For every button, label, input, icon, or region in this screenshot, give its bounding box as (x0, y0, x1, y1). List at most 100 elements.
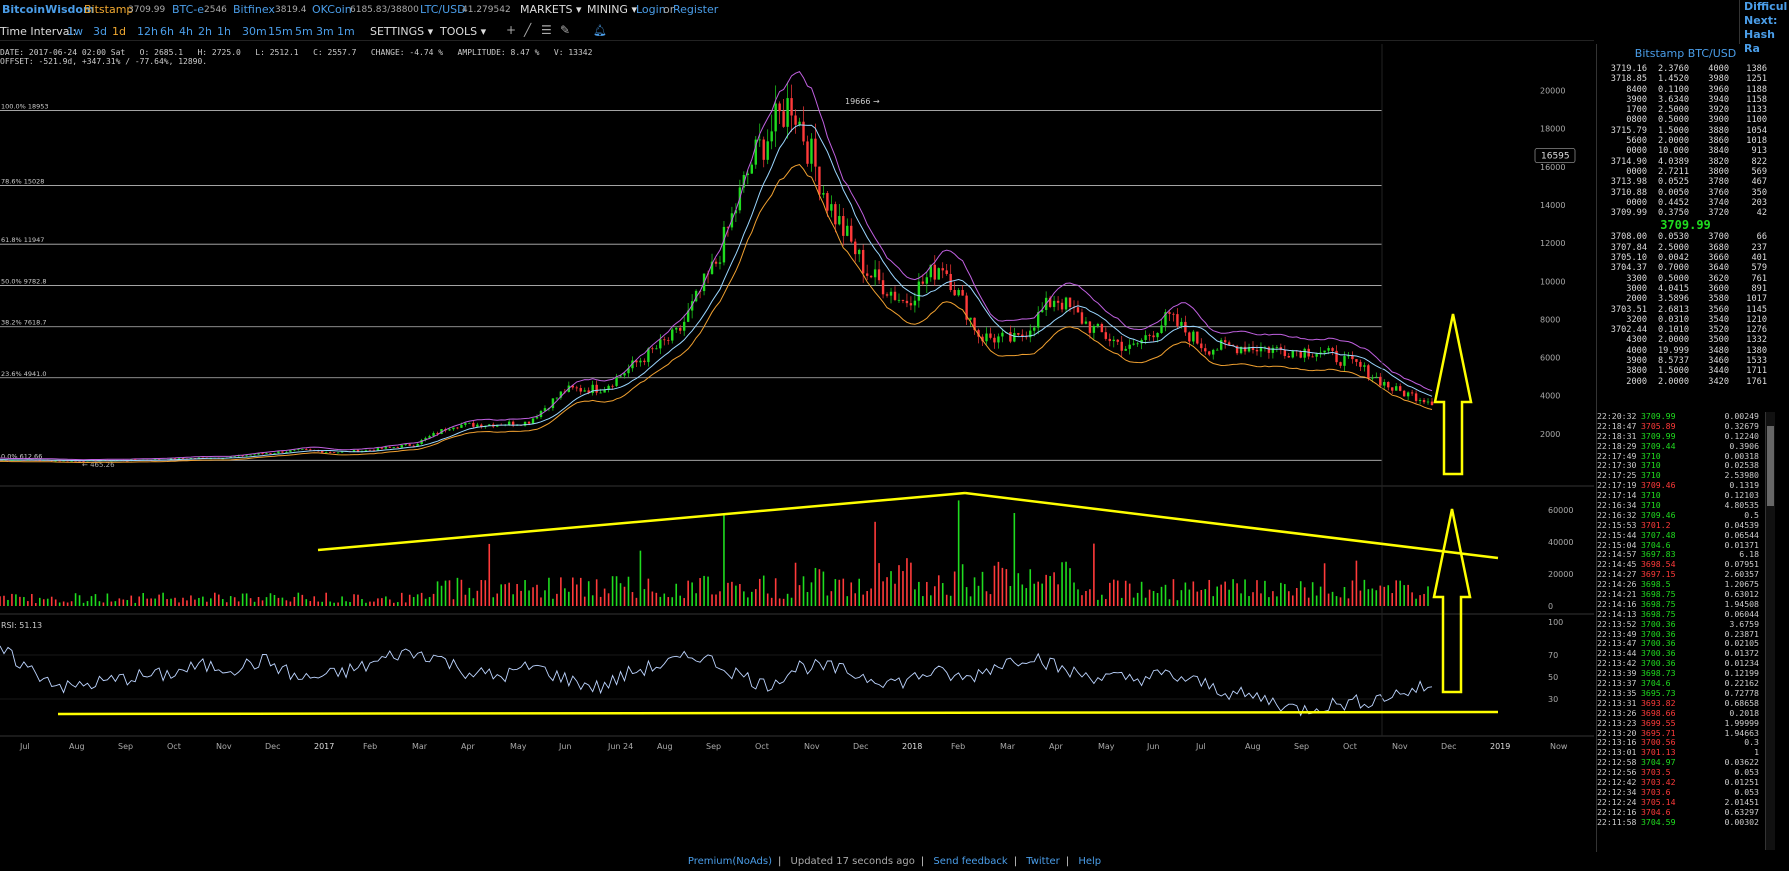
trades-scrollbar[interactable] (1765, 412, 1775, 850)
tools-menu[interactable]: TOOLS ▾ (440, 25, 486, 38)
candle-body (858, 249, 861, 255)
ask-row[interactable]: 3718.85 1.4520 3980 1251 (1597, 74, 1774, 84)
interval-1w[interactable]: 1w (67, 25, 83, 38)
site-logo[interactable]: BitcoinWisdom (2, 3, 94, 16)
bid-cell: 2.0000 (1657, 376, 1689, 387)
bid-row[interactable]: 3000 4.0415 3600 891 (1597, 284, 1774, 294)
interval-5m[interactable]: 5m (295, 25, 313, 38)
fib-icon[interactable]: ☰ (541, 23, 552, 37)
settings-label: SETTINGS (370, 25, 425, 38)
ask-cell: 0.4452 (1657, 197, 1689, 208)
ticker-bitfinex[interactable]: Bitfinex (233, 3, 275, 16)
candle-body (969, 317, 972, 320)
interval-12h[interactable]: 12h (137, 25, 158, 38)
line-icon[interactable]: ╱ (524, 23, 531, 37)
bid-row[interactable]: 3707.84 2.5000 3680 237 (1597, 243, 1774, 253)
candle-body (1323, 350, 1326, 353)
plus-icon[interactable]: + (506, 23, 516, 37)
bid-row[interactable]: 2000 2.0000 3420 1761 (1597, 377, 1774, 387)
ask-row[interactable]: 0000 10.000 3840 913 (1597, 146, 1774, 156)
orderbook-title[interactable]: Bitstamp BTC/USD (1597, 44, 1774, 64)
bid-row[interactable]: 3705.10 0.0042 3660 401 (1597, 253, 1774, 263)
x-axis-label: Aug (69, 742, 85, 751)
premium-link[interactable]: Premium(NoAds) (688, 856, 772, 867)
interval-1d[interactable]: 1d (112, 25, 126, 38)
interval-1m[interactable]: 1m (337, 25, 355, 38)
bid-cell: 3640 (1708, 263, 1729, 274)
bid-row[interactable]: 4300 2.0000 3500 1332 (1597, 335, 1774, 345)
candle-body (1104, 332, 1108, 339)
ask-cell: 1700 (1626, 105, 1647, 116)
ticker-bitstamp[interactable]: Bitstamp (84, 3, 133, 16)
bid-row[interactable]: 3708.00 0.0530 3700 66 (1597, 232, 1774, 242)
interval-15m[interactable]: 15m (268, 25, 293, 38)
bid-row[interactable]: 3800 1.5000 3440 1711 (1597, 366, 1774, 376)
difficulty-panel: Difficul Next: Hash Ra (1739, 0, 1789, 55)
candle-body (1060, 302, 1064, 310)
ask-cell: 1386 (1746, 64, 1767, 74)
bid-row[interactable]: 4000 19.999 3480 1380 (1597, 346, 1774, 356)
ask-cell: 4.0389 (1657, 156, 1689, 167)
candle-body (1052, 300, 1056, 307)
candle-body (452, 427, 455, 430)
feedback-link[interactable]: Send feedback (933, 856, 1007, 867)
ask-row[interactable]: 3710.88 0.0050 3760 350 (1597, 188, 1774, 198)
ask-row[interactable]: 3719.16 2.3760 4000 1386 (1597, 64, 1774, 74)
candle-body (1406, 392, 1410, 397)
bid-row[interactable]: 3703.51 2.6813 3560 1145 (1597, 305, 1774, 315)
bid-row[interactable]: 3702.44 0.1010 3520 1276 (1597, 325, 1774, 335)
interval-30m[interactable]: 30m (242, 25, 267, 38)
interval-4h[interactable]: 4h (179, 25, 193, 38)
ask-row[interactable]: 3900 3.6340 3940 1158 (1597, 95, 1774, 105)
twitter-link[interactable]: Twitter (1026, 856, 1060, 867)
candle-body (643, 360, 646, 363)
ask-row[interactable]: 0800 0.5000 3900 1100 (1597, 115, 1774, 125)
candle-body (1204, 348, 1207, 352)
ask-row[interactable]: 3713.98 0.0525 3780 467 (1597, 177, 1774, 187)
interval-3d[interactable]: 3d (93, 25, 107, 38)
ask-row[interactable]: 3715.79 1.5000 3880 1054 (1597, 126, 1774, 136)
ask-row[interactable]: 8400 0.1100 3960 1188 (1597, 85, 1774, 95)
ask-row[interactable]: 0000 0.4452 3740 203 (1597, 198, 1774, 208)
rsi-axis-tick: 30 (1548, 695, 1558, 704)
scrollbar-thumb[interactable] (1767, 426, 1774, 506)
candle-body (718, 262, 722, 264)
bid-row[interactable]: 3200 0.0310 3540 1210 (1597, 315, 1774, 325)
bid-cell: 8.5737 (1657, 356, 1689, 367)
x-axis-label: Aug (657, 742, 673, 751)
interval-1h[interactable]: 1h (217, 25, 231, 38)
settings-menu[interactable]: SETTINGS ▾ (370, 25, 433, 38)
bid-cell: 579 (1751, 263, 1767, 274)
ask-row[interactable]: 3709.99 0.3750 3720 42 (1597, 208, 1774, 218)
login-link[interactable]: Login (636, 3, 666, 16)
register-link[interactable]: Register (673, 3, 718, 16)
interval-2h[interactable]: 2h (198, 25, 212, 38)
markets-menu[interactable]: MARKETS ▾ (520, 3, 582, 16)
interval-3m[interactable]: 3m (316, 25, 334, 38)
bid-cell: 0.0530 (1657, 232, 1689, 243)
ticker-btce[interactable]: BTC-e (172, 3, 204, 16)
pencil-icon[interactable]: ✎ (560, 23, 570, 37)
price-chart[interactable]: 100.0% 18953 78.6% 15028 61.8% 11947 50.0% … (0, 44, 1594, 852)
ask-row[interactable]: 0000 2.7211 3800 569 (1597, 167, 1774, 177)
ask-row[interactable]: 5600 2.0000 3860 1018 (1597, 136, 1774, 146)
bid-row[interactable]: 3900 8.5737 3460 1533 (1597, 356, 1774, 366)
bid-row[interactable]: 3704.37 0.7000 3640 579 (1597, 263, 1774, 273)
candle-body (897, 299, 901, 301)
ticker-okcoin[interactable]: OKCoin (312, 3, 352, 16)
bid-cell: 3704.37 (1610, 263, 1647, 274)
bid-row[interactable]: 2000 3.5896 3580 1017 (1597, 294, 1774, 304)
mining-menu[interactable]: MINING ▾ (587, 3, 637, 16)
candle-body (328, 452, 332, 453)
candle-body (253, 454, 256, 456)
ticker-ltcusd[interactable]: LTC/USD (420, 3, 466, 16)
ask-row[interactable]: 3714.90 4.0389 3820 822 (1597, 157, 1774, 167)
bid-row[interactable]: 3300 0.5000 3620 761 (1597, 274, 1774, 284)
bid-cell: 1210 (1746, 314, 1767, 325)
fib-label: 23.6% 4941.0 (1, 370, 46, 378)
ask-cell: 467 (1751, 177, 1767, 188)
bell-icon[interactable]: 🔔︎ (593, 24, 607, 37)
ask-row[interactable]: 1700 2.5000 3920 1133 (1597, 105, 1774, 115)
help-link[interactable]: Help (1078, 856, 1101, 867)
interval-6h[interactable]: 6h (160, 25, 174, 38)
